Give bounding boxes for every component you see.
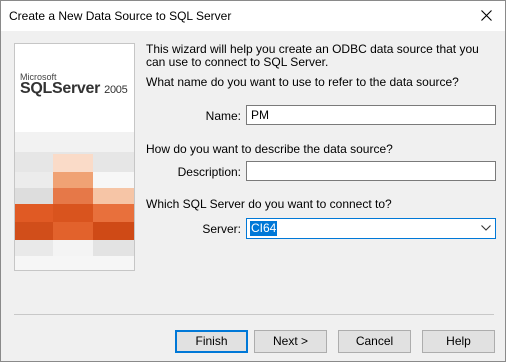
brand-product: SQLServer 2005 bbox=[20, 80, 128, 98]
banner-tile bbox=[15, 132, 134, 152]
banner-tile bbox=[15, 188, 53, 204]
name-question: What name do you want to use to refer to… bbox=[146, 75, 459, 89]
banner-tile bbox=[93, 222, 134, 240]
banner-tile bbox=[53, 154, 93, 172]
sql-server-banner: Microsoft SQLServer 2005 bbox=[14, 43, 135, 271]
brand-product-name: SQLServer bbox=[20, 80, 101, 97]
description-question: How do you want to describe the data sou… bbox=[146, 142, 393, 156]
server-selected-value: CI64 bbox=[250, 221, 278, 236]
banner-tile bbox=[15, 172, 53, 188]
description-input[interactable] bbox=[246, 161, 496, 181]
banner-tile bbox=[15, 222, 53, 240]
divider bbox=[14, 314, 494, 315]
brand-version: 2005 bbox=[104, 84, 128, 96]
banner-tile bbox=[15, 256, 134, 270]
title-bar[interactable]: Create a New Data Source to SQL Server bbox=[1, 1, 505, 31]
banner-tile bbox=[53, 222, 93, 240]
server-label: Server: bbox=[202, 222, 241, 236]
wizard-intro-text: This wizard will help you create an ODBC… bbox=[146, 42, 479, 69]
banner-tile bbox=[93, 204, 134, 222]
dialog-window: Create a New Data Source to SQL Server M… bbox=[0, 0, 506, 362]
banner-tile bbox=[53, 172, 93, 188]
banner-tile bbox=[93, 240, 134, 256]
server-question: Which SQL Server do you want to connect … bbox=[146, 197, 392, 211]
finish-button[interactable]: Finish bbox=[175, 330, 248, 353]
close-button[interactable] bbox=[469, 1, 505, 31]
banner-tile bbox=[15, 240, 53, 256]
banner-tile bbox=[53, 188, 93, 204]
banner-tile bbox=[53, 204, 93, 222]
name-label: Name: bbox=[205, 109, 241, 123]
help-button[interactable]: Help bbox=[422, 330, 495, 353]
name-input[interactable]: PM bbox=[246, 105, 496, 125]
next-button[interactable]: Next > bbox=[254, 330, 327, 353]
server-combobox[interactable]: CI64 bbox=[246, 218, 496, 239]
cancel-button[interactable]: Cancel bbox=[338, 330, 411, 353]
close-icon bbox=[481, 10, 492, 21]
banner-tile bbox=[93, 172, 134, 188]
window-title: Create a New Data Source to SQL Server bbox=[9, 9, 232, 23]
banner-tile bbox=[53, 240, 93, 256]
chevron-down-icon[interactable] bbox=[481, 225, 491, 231]
description-label: Description: bbox=[177, 165, 241, 179]
banner-tile bbox=[93, 188, 134, 204]
banner-tile bbox=[15, 204, 53, 222]
